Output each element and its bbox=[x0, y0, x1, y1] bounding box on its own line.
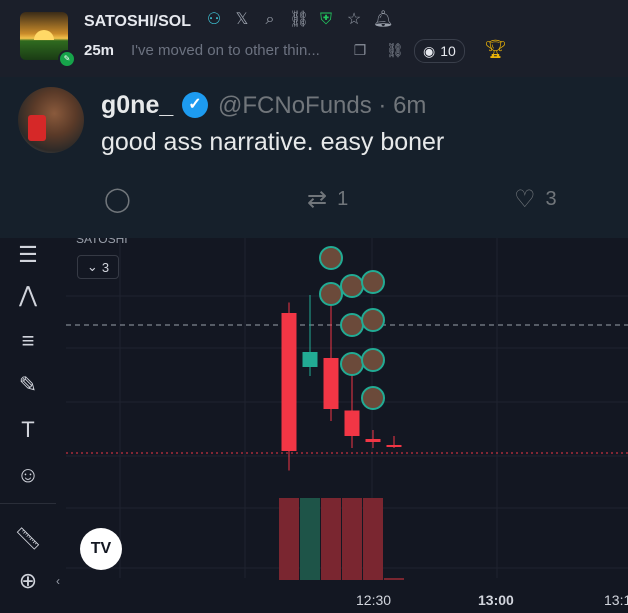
token-header: ✎ SATOSHI/SOL ⚇ 𝕏 ⌕ ⛓ ⛨ ☆ 🔔︎ 25m I've mo… bbox=[0, 0, 628, 77]
indicators-toggle[interactable]: ⌄ 3 bbox=[77, 255, 119, 279]
volume-bar bbox=[279, 498, 299, 580]
retweet-count: 1 bbox=[337, 188, 349, 210]
trader-avatar bbox=[340, 352, 364, 376]
volume-bar bbox=[300, 498, 320, 580]
tweet-card[interactable]: g0ne_ ✓ @FCNoFunds · 6m good ass narrati… bbox=[0, 77, 628, 238]
views-badge: ◉ 10 bbox=[414, 39, 465, 63]
zoom-icon[interactable]: ⊕ bbox=[12, 566, 44, 596]
candle-body bbox=[365, 439, 381, 442]
toolbar-divider bbox=[0, 503, 56, 504]
volume-bar bbox=[342, 498, 362, 580]
trader-avatar bbox=[361, 386, 385, 410]
volume-bar bbox=[384, 578, 404, 580]
copy-icon[interactable]: ❐ bbox=[352, 42, 368, 58]
collapse-icon[interactable]: ‹ bbox=[56, 574, 60, 588]
pattern-icon[interactable]: ⋀ bbox=[12, 280, 44, 310]
link-icon[interactable]: ⛓ bbox=[386, 42, 404, 58]
pair-title: SATOSHI/SOL bbox=[84, 13, 191, 30]
tweet-text: good ass narrative. easy boner bbox=[101, 128, 445, 156]
trader-avatar bbox=[361, 270, 385, 294]
trader-avatar bbox=[361, 348, 385, 372]
x-tick-label: 13:1 bbox=[604, 592, 628, 608]
link-icon[interactable]: ⛓ bbox=[289, 11, 309, 29]
trader-avatar bbox=[319, 246, 343, 270]
header-icons: ⚇ 𝕏 ⌕ ⛓ ⛨ ☆ 🔔︎ bbox=[205, 11, 393, 29]
drawing-toolbar: ☰ ⋀ ≡ ✎ T ☺ 📏︎ ⊕ bbox=[0, 238, 56, 613]
fib-icon[interactable]: ≡ bbox=[12, 326, 44, 356]
text-icon[interactable]: T bbox=[12, 415, 44, 445]
x-tick-label: 13:00 bbox=[478, 592, 514, 608]
community-icon[interactable]: ⚇ bbox=[205, 11, 223, 29]
x-icon[interactable]: 𝕏 bbox=[233, 11, 251, 29]
like-count: 3 bbox=[545, 188, 557, 210]
volume-bar bbox=[321, 498, 341, 580]
tweet-author-name[interactable]: g0ne_ bbox=[101, 91, 173, 120]
verified-icon: ✓ bbox=[182, 92, 208, 118]
shield-icon[interactable]: ⛨ bbox=[317, 11, 335, 29]
trader-avatar bbox=[361, 308, 385, 332]
trader-avatar bbox=[340, 313, 364, 337]
reply-button[interactable]: ◯ bbox=[104, 185, 141, 214]
token-age: 25m bbox=[84, 42, 115, 59]
trader-avatar bbox=[340, 274, 364, 298]
trophy-icon[interactable]: 🏆︎ bbox=[484, 39, 507, 60]
brush-icon[interactable]: ✎ bbox=[12, 370, 44, 400]
alert-icon[interactable]: 🔔︎ bbox=[373, 11, 393, 29]
candle-body bbox=[344, 410, 360, 436]
retweet-button[interactable]: ⇄ 1 bbox=[307, 185, 348, 214]
tweet-handle[interactable]: @FCNoFunds · 6m bbox=[218, 92, 426, 120]
ruler-icon[interactable]: 📏︎ bbox=[12, 524, 44, 554]
candle-body bbox=[323, 358, 339, 409]
retweet-icon: ⇄ bbox=[307, 186, 328, 213]
volume-bar bbox=[363, 498, 383, 580]
candle-body bbox=[302, 352, 318, 367]
indicator-count: 3 bbox=[101, 259, 110, 275]
emoji-icon[interactable]: ☺ bbox=[12, 460, 44, 490]
avatar[interactable] bbox=[18, 87, 84, 153]
search-icon[interactable]: ⌕ bbox=[261, 11, 279, 29]
eye-icon: ◉ bbox=[423, 42, 436, 59]
chevron-down-icon: ⌄ bbox=[86, 259, 98, 274]
edit-icon[interactable]: ✎ bbox=[58, 50, 76, 68]
price-chart[interactable]: SATOSHI ⌄ 3 ☰ ⋀ ≡ ✎ T ☺ 📏︎ ⊕ ‹ TV 12:30 … bbox=[0, 238, 628, 613]
like-button[interactable]: ♡ 3 bbox=[514, 185, 557, 214]
trend-line-icon[interactable]: ☰ bbox=[12, 240, 44, 270]
trader-avatar bbox=[319, 282, 343, 306]
x-tick-label: 12:30 bbox=[356, 592, 392, 608]
heart-icon: ♡ bbox=[514, 186, 536, 213]
star-icon[interactable]: ☆ bbox=[345, 11, 363, 29]
reply-icon: ◯ bbox=[104, 186, 131, 213]
candle-body bbox=[281, 313, 297, 451]
tradingview-logo[interactable]: TV bbox=[80, 528, 122, 570]
views-count: 10 bbox=[440, 43, 456, 59]
chart-legend: SATOSHI bbox=[76, 238, 128, 246]
token-description: I've moved on to other thin... bbox=[131, 42, 320, 59]
candle-body bbox=[386, 445, 402, 447]
